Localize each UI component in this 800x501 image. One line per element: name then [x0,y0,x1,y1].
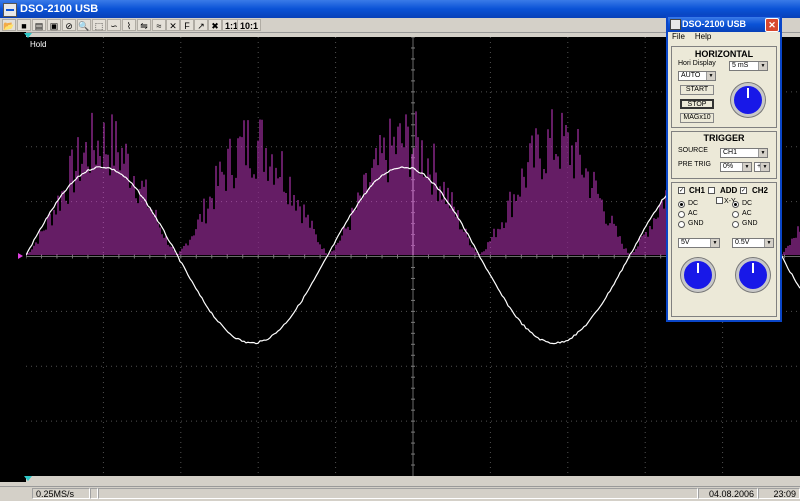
ch1-ac-radio[interactable] [678,211,685,218]
hori-display-label: Hori Display [678,60,716,67]
trigger-group: TRIGGER SOURCE CH1▼ PRE TRIG 0%▼ +▼ [671,131,777,179]
ch2-dc-radio[interactable] [732,201,739,208]
trigger-source-select[interactable]: CH1 ▼ [720,148,768,158]
ch2-volts-knob[interactable] [736,258,770,292]
ch1-level-marker [18,253,23,259]
chevron-down-icon: ▼ [710,239,719,247]
panel-app-icon [670,19,681,30]
bottom-marker [24,476,32,481]
ch1-volts-knob[interactable] [681,258,715,292]
ch1-ac-label: AC [688,210,698,217]
horizontal-knob[interactable] [731,83,765,117]
control-panel[interactable]: DSO-2100 USB ✕ File Help HORIZONTAL Hori … [666,15,782,322]
status-time: 23:09 [758,488,800,499]
ch2-gnd-label: GND [742,220,758,227]
panel-title: DSO-2100 USB [682,19,747,29]
horizontal-header: HORIZONTAL [694,49,754,59]
ch2-gnd-radio[interactable] [732,221,739,228]
chevron-down-icon: ▼ [758,62,767,70]
chevron-down-icon: ▼ [706,72,715,80]
pretrig-select[interactable]: 0% ▼ [720,162,752,172]
chevron-down-icon: ▼ [758,149,767,157]
status-bar: 0.25MS/s 04.08.2006 23:09 [0,486,800,501]
menu-help[interactable]: Help [695,32,711,41]
ch1-gnd-radio[interactable] [678,221,685,228]
ch1-volts-select[interactable]: 5V ▼ [678,238,720,248]
ch1-label: CH1 [689,186,706,195]
chevron-down-icon: ▼ [760,163,769,171]
sample-rate: 0.25MS/s [32,488,90,499]
add-label: ADD [720,186,738,195]
panel-close-button[interactable]: ✕ [765,18,779,32]
add-checkbox[interactable] [708,187,715,194]
mag-button[interactable]: MAGx10 [680,113,714,123]
panel-menu: File Help [668,32,780,43]
status-message [98,488,698,499]
ch2-label: CH2 [752,186,769,195]
ch2-ac-radio[interactable] [732,211,739,218]
mode-select[interactable]: AUTO ▼ [678,71,716,81]
menu-file[interactable]: File [672,32,685,41]
ch2-dc-label: DC [742,200,753,207]
ch1-gnd-label: GND [688,220,704,227]
ch2-volts-select[interactable]: 0.5V ▼ [732,238,774,248]
status-date: 04.08.2006 [698,488,758,499]
ch1-dc-label: DC [688,200,699,207]
channels-group: ✓ CH1 ADD ✓ CH2 X-Y DC AC GND DC AC GND … [671,182,777,317]
trigger-slope-select[interactable]: +▼ [754,162,770,172]
chevron-down-icon: ▼ [764,239,773,247]
chevron-down-icon: ▼ [742,163,751,171]
horizontal-group: HORIZONTAL Hori Display 5 mS ▼ AUTO ▼ STAR… [671,46,777,128]
stop-button[interactable]: STOP [680,99,714,109]
ch1-dc-radio[interactable] [678,201,685,208]
xy-checkbox[interactable] [716,197,723,204]
start-button[interactable]: START [680,85,714,95]
ch1-enable-checkbox[interactable]: ✓ [678,187,685,194]
source-label: SOURCE [678,147,708,154]
timebase-select[interactable]: 5 mS ▼ [729,61,768,71]
ch2-ac-label: AC [742,210,752,217]
trigger-position-marker [24,33,32,38]
trigger-header: TRIGGER [703,133,745,143]
ch2-enable-checkbox[interactable]: ✓ [740,187,747,194]
panel-title-bar[interactable]: DSO-2100 USB ✕ [668,17,780,32]
pretrig-label: PRE TRIG [678,161,711,168]
status-cell [90,488,98,499]
